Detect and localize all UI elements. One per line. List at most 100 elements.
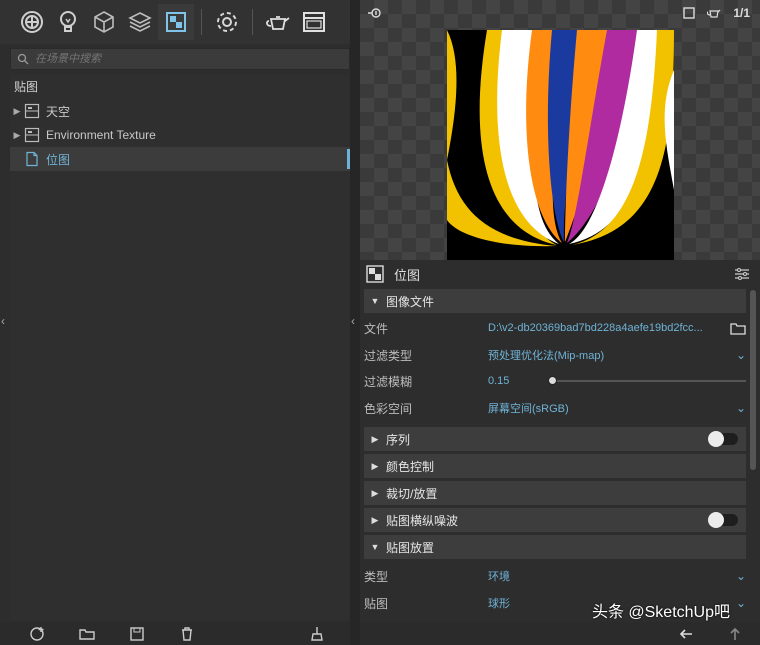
expand-icon: ▶ — [371, 460, 379, 471]
node-title-bar: 位图 — [360, 262, 760, 286]
group-sequence[interactable]: ▶ 序列 — [364, 427, 746, 451]
texture-button[interactable] — [158, 4, 194, 40]
group-placement[interactable]: ▼ 贴图放置 — [364, 535, 746, 559]
scrollbar[interactable] — [750, 290, 756, 470]
tree-item-bitmap[interactable]: 位图 — [10, 147, 350, 171]
document-icon — [26, 151, 38, 167]
scene-icon — [21, 11, 43, 33]
collapse-icon: ▼ — [370, 296, 380, 306]
node-title: 位图 — [394, 267, 421, 283]
save-icon — [130, 626, 144, 641]
sequence-toggle[interactable] — [708, 431, 738, 447]
back-arrow-icon[interactable] — [678, 627, 694, 641]
group-noise[interactable]: ▶ 贴图横纵噪波 — [364, 508, 746, 532]
scene-button[interactable] — [14, 4, 50, 40]
teapot-icon[interactable] — [707, 7, 721, 19]
chevron-down-icon[interactable]: ⌄ — [736, 401, 746, 415]
settings-icon — [217, 12, 237, 32]
geometry-icon — [94, 11, 114, 33]
color-space-value[interactable]: 屏幕空间(sRGB) — [488, 400, 569, 416]
folder-icon — [79, 628, 95, 640]
collapse-left-icon[interactable]: ‹ — [1, 314, 9, 328]
preview-actions: 1/1 — [683, 6, 750, 20]
group-label: 贴图放置 — [386, 540, 435, 555]
tree-item-environment-texture[interactable]: ▶ Environment Texture — [10, 123, 350, 147]
group-image-file[interactable]: ▼ 图像文件 — [364, 289, 746, 313]
preview-toolbar: 1/1 — [360, 0, 760, 28]
collapse-arrow-icon[interactable]: ‹ — [351, 314, 355, 328]
layers-button[interactable] — [122, 4, 158, 40]
open-button[interactable] — [62, 626, 112, 642]
prop-filter-type[interactable]: 过滤类型 预处理优化法(Mip-map) ⌄ — [364, 343, 746, 367]
scene-panel: 贴图 ▶ 天空 ▶ Environment Texture 位图 ‹ — [0, 0, 358, 645]
filter-blur-value[interactable]: 0.15 — [488, 375, 509, 387]
watermark: 头条 @SketchUp吧 — [592, 598, 730, 622]
settings-sliders-icon[interactable] — [734, 267, 750, 281]
prop-color-space[interactable]: 色彩空间 屏幕空间(sRGB) ⌄ — [364, 396, 746, 420]
group-color-control[interactable]: ▶ 颜色控制 — [364, 454, 746, 478]
prop-filter-blur[interactable]: 过滤模糊 0.15 — [364, 369, 746, 393]
group-label: 裁切/放置 — [386, 486, 438, 501]
slider-handle[interactable] — [548, 376, 557, 385]
broom-icon — [311, 626, 323, 641]
prop-label: 贴图 — [364, 596, 389, 611]
group-crop-place[interactable]: ▶ 裁切/放置 — [364, 481, 746, 505]
folder-open-icon[interactable] — [730, 321, 746, 335]
settings-button[interactable] — [209, 4, 245, 40]
prop-label: 类型 — [364, 569, 389, 584]
mapping-value[interactable]: 球形 — [488, 595, 510, 611]
window-button[interactable] — [296, 4, 332, 40]
node-icon — [24, 103, 40, 119]
geometry-button[interactable] — [86, 4, 122, 40]
toggle-knob — [708, 512, 724, 528]
search-input[interactable] — [29, 53, 349, 65]
save-button[interactable] — [112, 626, 162, 642]
group-label: 贴图横纵噪波 — [386, 513, 459, 528]
app-root: 贴图 ▶ 天空 ▶ Environment Texture 位图 ‹ — [0, 0, 760, 645]
preview-mode-icon — [368, 8, 381, 18]
expand-icon: ▶ — [371, 514, 379, 525]
teapot-icon — [266, 16, 290, 30]
panel-splitter[interactable]: ‹ — [350, 0, 360, 645]
tree-header: 贴图 — [14, 80, 39, 94]
tree-item-label: 位图 — [46, 152, 71, 167]
filter-type-value[interactable]: 预处理优化法(Mip-map) — [488, 347, 604, 363]
search-icon — [17, 53, 29, 65]
toolbar-separator — [252, 9, 253, 35]
type-value[interactable]: 环境 — [488, 568, 510, 584]
search-box[interactable] — [10, 48, 350, 70]
tree-item-label: 天空 — [46, 104, 71, 119]
noise-toggle[interactable] — [708, 512, 738, 528]
chevron-down-icon[interactable]: ⌄ — [736, 569, 746, 583]
file-path-value[interactable]: D:\v2-db20369bad7bd228a4aefe19bd2fcc... — [488, 322, 703, 334]
inspector-panel: 1/1 位图 ▼ 图像文件 文件 D:\v2-db20369bad7bd228a… — [360, 0, 760, 645]
expand-arrow-icon[interactable]: ▶ — [10, 130, 24, 141]
collapse-icon: ▼ — [370, 542, 380, 552]
up-arrow-icon[interactable] — [728, 627, 742, 641]
texture-preview: 1/1 — [360, 0, 760, 260]
chevron-down-icon[interactable]: ⌄ — [736, 596, 746, 610]
render-button[interactable] — [260, 4, 296, 40]
texture-image — [447, 30, 674, 260]
bottom-toolbar — [0, 622, 358, 645]
add-icon — [30, 626, 44, 641]
clean-button[interactable] — [292, 626, 342, 642]
expand-icon: ▶ — [371, 433, 379, 444]
toolbar-separator — [201, 9, 202, 35]
prop-type[interactable]: 类型 环境 ⌄ — [364, 564, 746, 588]
chevron-down-icon[interactable]: ⌄ — [736, 348, 746, 362]
group-label: 图像文件 — [386, 294, 435, 309]
filter-blur-slider[interactable] — [550, 380, 746, 382]
preview-mode-button[interactable] — [366, 6, 382, 23]
expand-arrow-icon[interactable]: ▶ — [10, 106, 24, 117]
delete-button[interactable] — [162, 626, 212, 642]
add-node-button[interactable] — [12, 626, 62, 642]
inspector-bottom-bar — [360, 622, 760, 645]
light-icon — [60, 11, 76, 32]
light-button[interactable] — [50, 4, 86, 40]
group-label: 颜色控制 — [386, 459, 435, 474]
tree-item-sky[interactable]: ▶ 天空 — [10, 99, 350, 123]
square-icon[interactable] — [683, 7, 696, 19]
texture-icon — [166, 12, 186, 32]
node-icon — [24, 127, 40, 143]
